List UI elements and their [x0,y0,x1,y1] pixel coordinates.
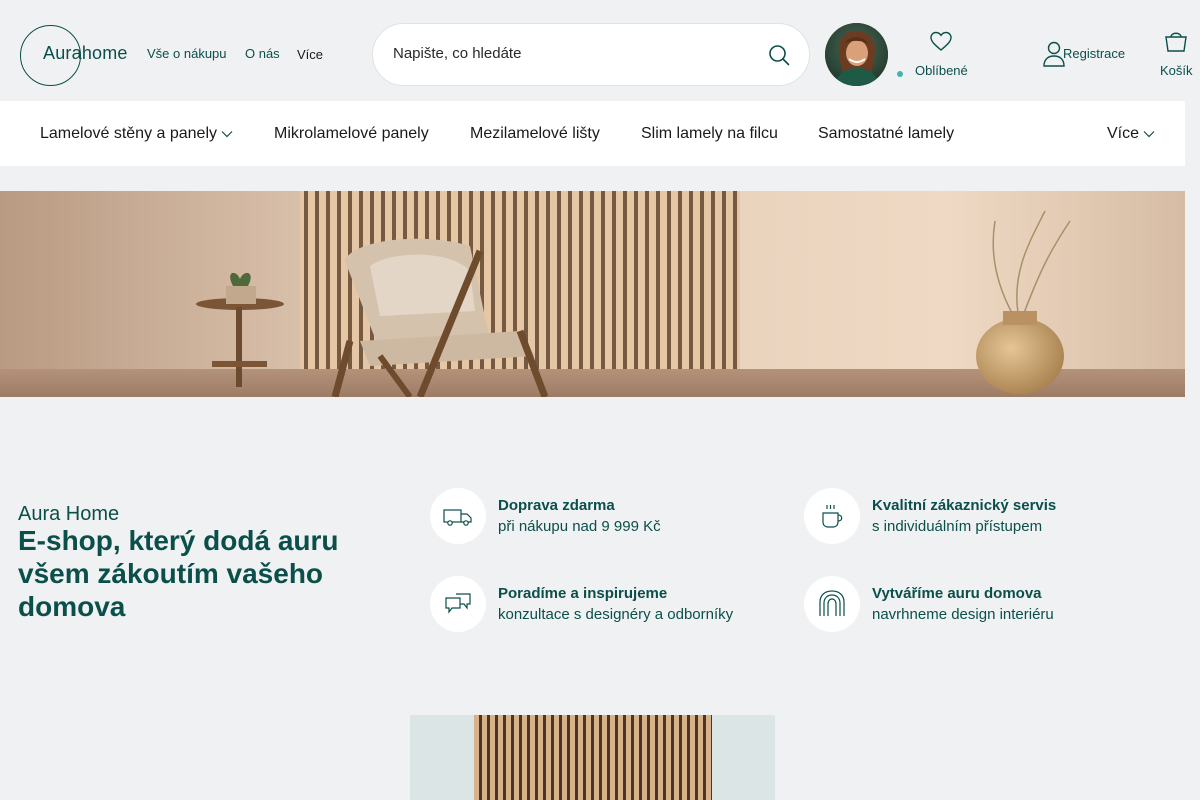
feature-free-shipping: Doprava zdarma při nákupu nad 9 999 Kč [430,488,790,544]
favorites-button[interactable]: Oblíbené [910,28,972,84]
heart-icon [930,31,952,51]
intro-eyebrow: Aura Home [18,503,120,525]
chevron-down-icon [221,130,233,138]
category-more[interactable]: Více [1107,125,1155,143]
arch-icon [819,590,845,616]
search-icon[interactable] [767,43,791,67]
category-single-lamella[interactable]: Samostatné lamely [818,125,954,143]
top-nav-about[interactable]: O nás [245,46,280,61]
favorites-label: Oblíbené [915,63,968,78]
intro-headline: E-shop, který dodá auru všem zákoutím va… [18,525,339,622]
avatar[interactable] [825,23,888,86]
top-nav-shopping-info[interactable]: Vše o nákupu [147,46,227,61]
product-image[interactable] [410,715,775,800]
feature-icon-circle [430,488,486,544]
cart-icon [1165,32,1187,52]
chevron-down-icon [1143,130,1155,138]
feature-subtitle: navrhneme design interiéru [872,606,1054,623]
search-input[interactable] [393,45,743,62]
feature-title: Vytváříme auru domova [872,585,1042,602]
hero-image [0,191,1185,397]
hero-banner[interactable] [0,191,1185,397]
category-slim-lamella[interactable]: Slim lamely na filcu [641,125,778,143]
category-micro-lamella[interactable]: Mikrolamelové panely [274,125,429,143]
feature-subtitle: konzultace s designéry a odborníky [498,606,734,623]
category-nav: Lamelové stěny a panely Mikrolamelové pa… [0,101,1185,166]
feature-customer-service: Kvalitní zákaznický servis s individuáln… [804,488,1184,544]
search-bar [372,23,810,86]
register-button[interactable]: Registrace [1040,40,1130,68]
category-more-label: Více [1107,125,1140,142]
feature-title: Kvalitní zákaznický servis [872,497,1057,514]
status-dot [897,71,903,77]
cup-icon [822,505,843,528]
feature-title: Doprava zdarma [498,497,615,514]
top-nav-more[interactable]: Více [297,47,323,62]
feature-title: Poradíme a inspirujeme [498,585,668,602]
feature-design: Vytváříme auru domova navrhneme design i… [804,576,1184,632]
feature-icon-circle [430,576,486,632]
logo-text[interactable]: Aurahome [43,43,128,64]
truck-icon [443,509,472,526]
feature-icon-circle [804,576,860,632]
feature-icon-circle [804,488,860,544]
category-inter-lamella[interactable]: Mezilamelové lišty [470,125,600,143]
feature-subtitle: s individuálním přístupem [872,518,1043,535]
feature-subtitle: při nákupu nad 9 999 Kč [498,518,661,535]
chat-bubbles-icon [445,593,471,614]
cart-button[interactable]: Košík [1157,28,1200,84]
feature-consulting: Poradíme a inspirujeme konzultace s desi… [430,576,790,632]
lamella-panel-image [410,715,775,800]
register-label: Registrace [1063,46,1126,61]
header: Aurahome Vše o nákupu O nás Více Oblíben… [0,0,1200,101]
category-label: Lamelové stěny a panely [40,125,217,142]
category-lamella-walls[interactable]: Lamelové stěny a panely [40,125,233,143]
cart-label: Košík [1160,63,1193,78]
